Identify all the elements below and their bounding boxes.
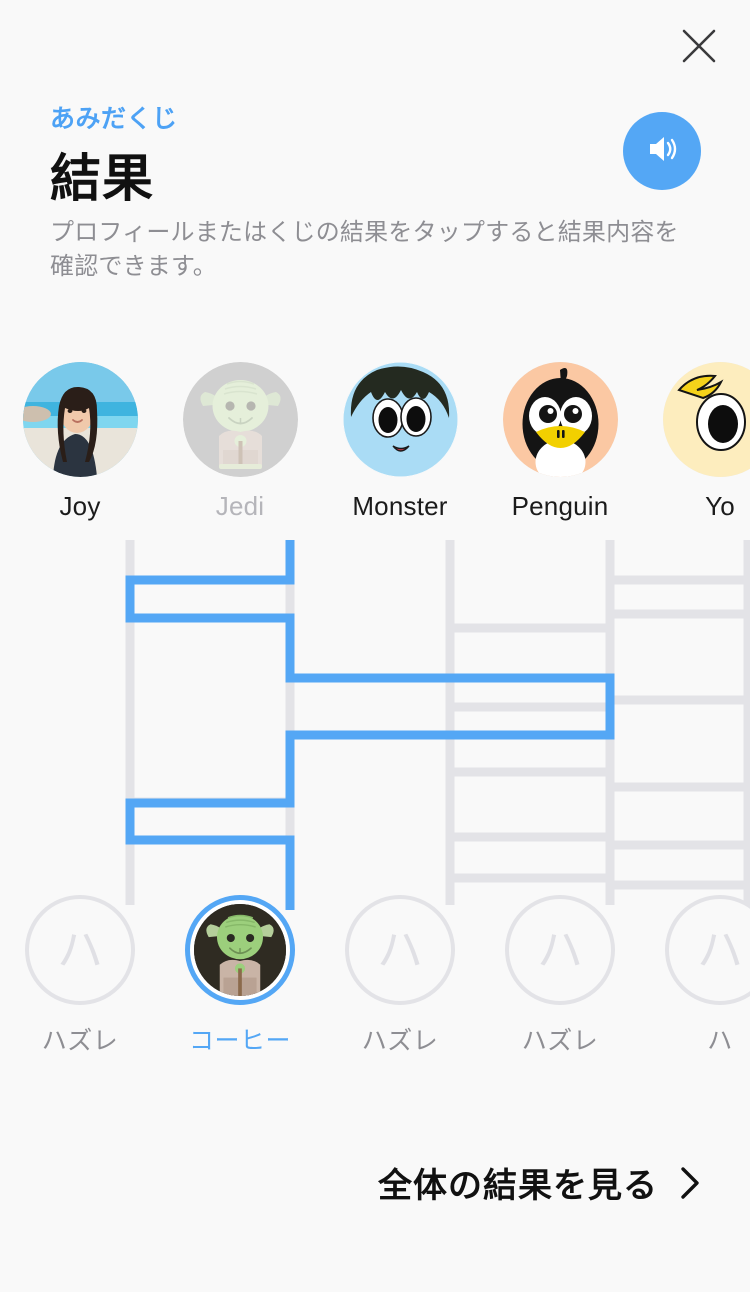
amidakuji-result-screen: あみだくじ 結果 プロフィールまたはくじの結果をタップすると結果内容を確認できま… — [0, 0, 750, 1292]
participant-name: Penguin — [511, 491, 609, 521]
view-all-results-button[interactable]: 全体の結果を見る — [0, 1158, 750, 1207]
ladder-verticals — [125, 540, 750, 905]
participant-joy[interactable]: Joy — [0, 362, 160, 522]
avatar — [502, 362, 618, 477]
result-label: ハズレ — [521, 1027, 599, 1055]
result-miss-circle: ハ — [505, 895, 615, 1005]
result-glyph: ハ — [377, 924, 423, 976]
cta-label: 全体の結果を見る — [378, 1167, 658, 1205]
result-label: ハ — [707, 1027, 733, 1055]
avatar — [182, 362, 298, 477]
avatar — [342, 362, 458, 477]
result-item[interactable]: ハ ハ — [640, 895, 750, 1057]
result-glyph: ハ — [697, 924, 743, 976]
result-item-winner[interactable]: コーヒー — [160, 895, 320, 1057]
result-item[interactable]: ハ ハズレ — [320, 895, 480, 1057]
participant-name: Monster — [352, 491, 448, 521]
result-win-circle — [185, 895, 295, 1005]
participant-name: Yo — [705, 491, 735, 521]
participant-monster[interactable]: Monster — [320, 362, 480, 522]
winner-avatar — [194, 904, 286, 996]
result-label: コーヒー — [188, 1027, 291, 1055]
result-item[interactable]: ハ ハズレ — [480, 895, 640, 1057]
result-label: ハズレ — [361, 1027, 439, 1055]
kicker-label: あみだくじ — [50, 105, 178, 133]
ladder-highlight-path — [125, 540, 615, 910]
header: あみだくじ 結果 プロフィールまたはくじの結果をタップすると結果内容を確認できま… — [50, 105, 700, 284]
participants-row: Joy Jedi Monster Penguin Yo — [0, 362, 750, 522]
chevron-right-icon — [678, 1163, 702, 1203]
avatar — [662, 362, 750, 477]
result-miss-circle: ハ — [345, 895, 455, 1005]
page-title: 結果 — [50, 149, 155, 207]
result-item[interactable]: ハ ハズレ — [0, 895, 160, 1057]
result-glyph: ハ — [57, 924, 103, 976]
result-label: ハズレ — [41, 1027, 119, 1055]
results-row: ハ ハズレ コーヒー ハ ハズレ ハ ハズレ ハ ハ — [0, 895, 750, 1055]
page-subtitle: プロフィールまたはくじの結果をタップすると結果内容を確認できます。 — [50, 218, 679, 280]
avatar — [22, 362, 138, 477]
result-miss-circle: ハ — [665, 895, 750, 1005]
result-miss-circle: ハ — [25, 895, 135, 1005]
speaker-icon — [642, 129, 682, 174]
result-glyph: ハ — [537, 924, 583, 976]
sound-toggle-button[interactable] — [623, 112, 701, 190]
participant-jedi[interactable]: Jedi — [160, 362, 320, 522]
participant-name: Jedi — [215, 491, 265, 521]
participant-penguin[interactable]: Penguin — [480, 362, 640, 522]
close-icon — [680, 27, 718, 65]
amidakuji-ladder[interactable] — [0, 540, 750, 910]
close-button[interactable] — [670, 17, 728, 75]
participant-yo[interactable]: Yo — [640, 362, 750, 522]
participant-name: Joy — [59, 491, 101, 521]
